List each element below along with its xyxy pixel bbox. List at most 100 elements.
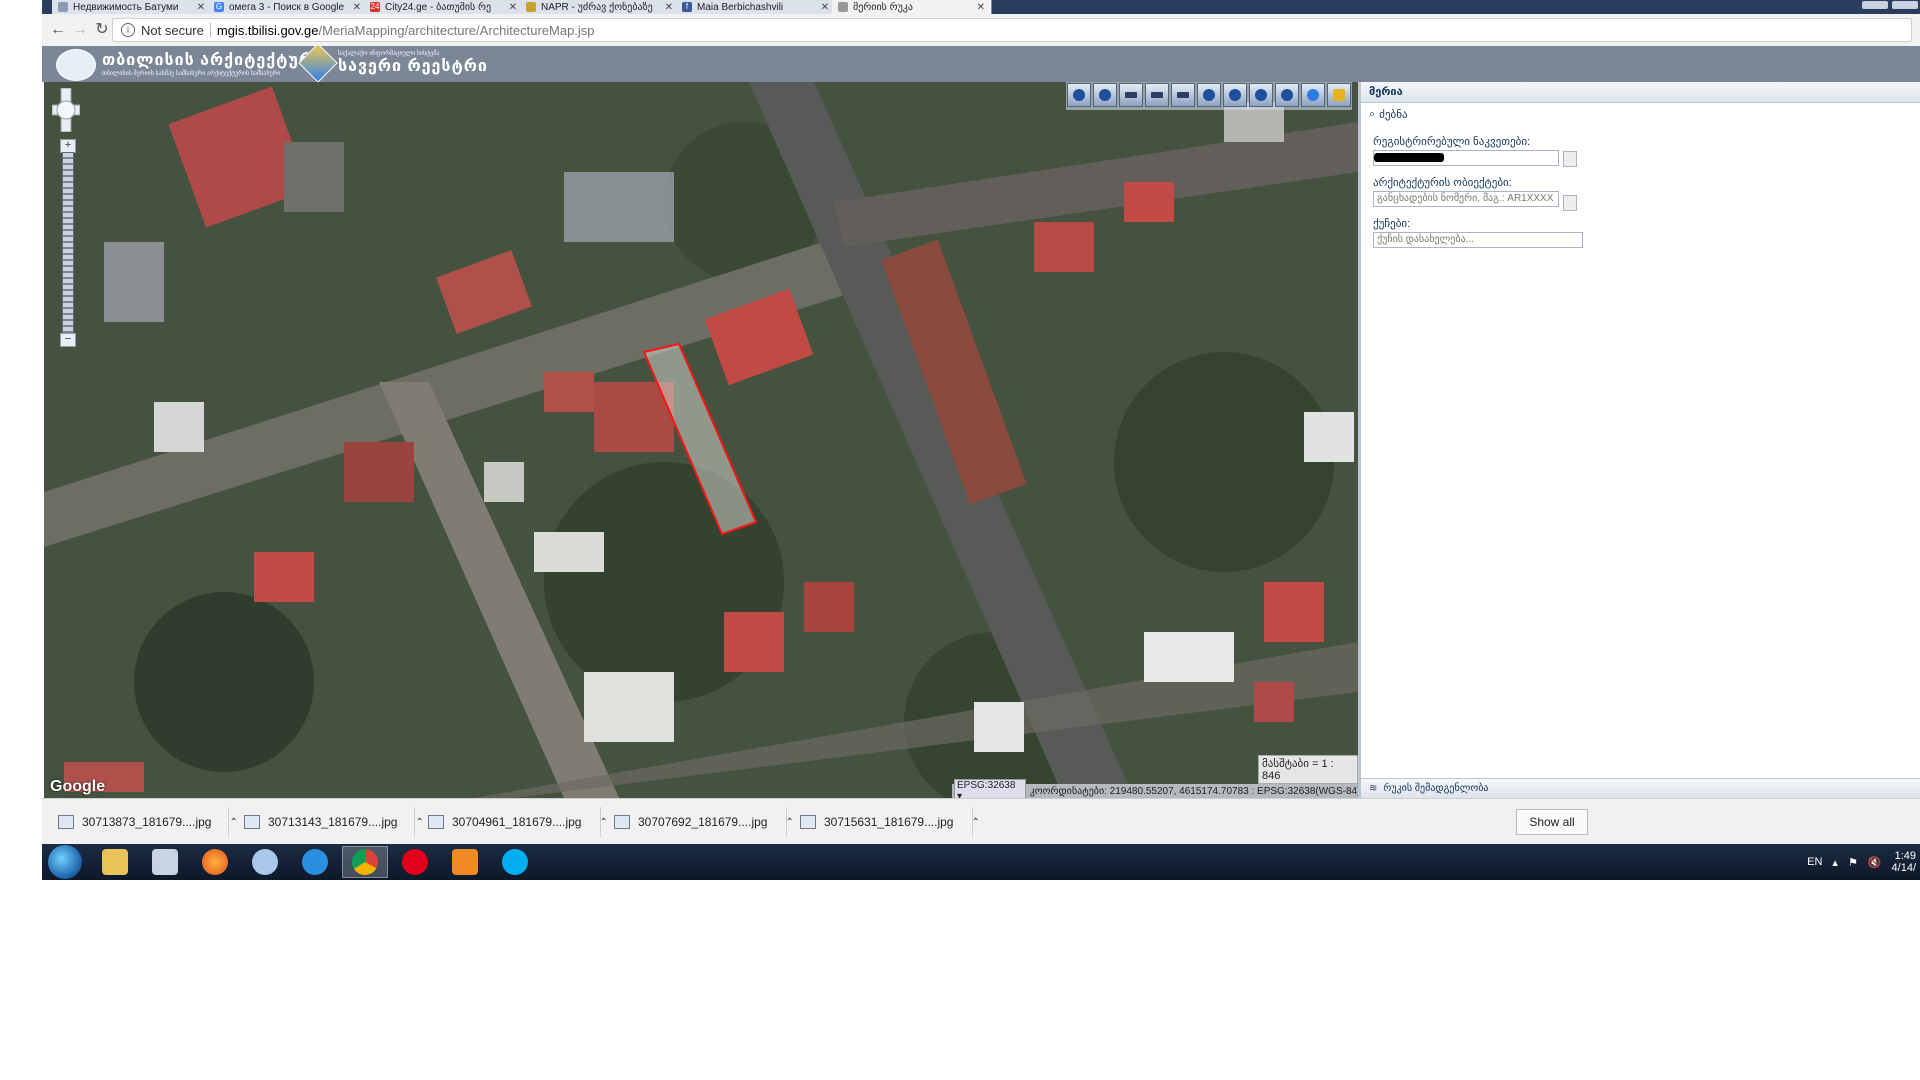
tab-4[interactable]: f Maia Berbichashvili ✕: [676, 0, 836, 14]
epsg-select[interactable]: EPSG:32638 ▾: [954, 779, 1026, 798]
info-tool-icon[interactable]: [1067, 83, 1091, 107]
logo-subtitle: საქალაქო ინფორმაციული სისტემა: [338, 51, 440, 57]
tab-title: City24.ge - ბათუმის რე: [385, 1, 492, 13]
tbilisi-architecture-logo[interactable]: თბილისის არქიტექტურა თბილისის მერიის სას…: [56, 49, 323, 81]
city24-icon: 24: [370, 2, 380, 12]
url-path: /MeriaMapping/architecture/ArchitectureM…: [318, 22, 595, 38]
download-item[interactable]: 30713873_181679....jpg ⌃: [58, 809, 238, 835]
url-input[interactable]: i Not secure mgis.tbilisi.gov.ge /MeriaM…: [112, 18, 1912, 42]
registry-logo[interactable]: საქალაქო ინფორმაციული სისტემა სავერი რეე…: [298, 43, 488, 83]
epsg-value: EPSG:32638: [957, 780, 1016, 791]
action-center-flag-icon[interactable]: ⚑: [1848, 856, 1858, 869]
clock-time: 1:49: [1894, 850, 1916, 862]
download-item[interactable]: 30704961_181679....jpg ⌃: [428, 809, 608, 835]
zoom-next-icon[interactable]: [1275, 83, 1299, 107]
logo-subtitle: თბილისის მერიის სასმპე სამსახური არქიტექ…: [102, 71, 281, 77]
coordinates-readout: კოორდინატები: 219480.55207, 4615174.7078…: [1029, 785, 1358, 797]
taskbar-skype[interactable]: [492, 846, 538, 878]
identify-tool-icon[interactable]: [1093, 83, 1117, 107]
pan-control-icon[interactable]: [52, 88, 80, 132]
taskbar-firefox[interactable]: [192, 846, 238, 878]
taskbar-media-player[interactable]: [442, 846, 488, 878]
object-search-button[interactable]: [1563, 195, 1577, 211]
chevron-up-icon[interactable]: ⌃: [229, 817, 237, 828]
show-all-downloads-button[interactable]: Show all: [1516, 809, 1588, 835]
search-icon: ⌕: [1369, 107, 1376, 120]
forward-arrow-icon[interactable]: →: [70, 20, 90, 40]
url-host: mgis.tbilisi.gov.ge: [216, 22, 319, 38]
tab-5-active[interactable]: მერიის რუკა ✕: [832, 0, 992, 14]
image-file-icon: [244, 815, 260, 829]
internet-explorer-icon: [302, 849, 328, 875]
tab-1[interactable]: G омега 3 - Поиск в Google ✕: [208, 0, 368, 14]
zoom-slider[interactable]: [62, 152, 74, 334]
taskbar-opera[interactable]: [392, 846, 438, 878]
taskbar-paint[interactable]: [242, 846, 288, 878]
zoom-in-tool-icon[interactable]: [1197, 83, 1221, 107]
tab-close-icon[interactable]: ✕: [197, 2, 205, 13]
download-separator: [228, 807, 229, 837]
image-file-icon: [800, 815, 816, 829]
layers-icon: ≋: [1369, 783, 1378, 794]
minimize-button[interactable]: [1862, 1, 1888, 9]
paint-palette-icon: [252, 849, 278, 875]
tab-title: омега 3 - Поиск в Google: [229, 1, 345, 13]
maximize-button[interactable]: [1892, 1, 1918, 9]
taskbar-chrome[interactable]: [342, 846, 388, 878]
tab-favicon: [58, 2, 68, 12]
tab-title: NAPR - უძრავ ქონებაზე: [541, 1, 653, 13]
napr-icon: [526, 2, 536, 12]
opera-icon: [402, 849, 428, 875]
tab-0[interactable]: Недвижимость Батуми ✕: [52, 0, 212, 14]
download-separator: [972, 807, 973, 837]
back-arrow-icon[interactable]: ←: [48, 20, 68, 40]
architecture-objects-input[interactable]: განცხადების ნომერი, მაგ.: AR1XXXX: [1373, 191, 1559, 207]
tab-close-icon[interactable]: ✕: [509, 2, 517, 13]
zoom-in-button[interactable]: +: [60, 139, 76, 153]
tab-3[interactable]: NAPR - უძრავ ქონებაზე ✕: [520, 0, 680, 14]
taskbar-explorer[interactable]: [92, 846, 138, 878]
zoom-out-tool-icon[interactable]: [1223, 83, 1247, 107]
chevron-up-icon[interactable]: ⌃: [415, 817, 423, 828]
firefox-icon: [202, 849, 228, 875]
windows-taskbar: EN ▴ ⚑ 🔇 1:49 4/14/: [42, 844, 1920, 880]
download-item[interactable]: 30713143_181679....jpg ⌃: [244, 809, 424, 835]
windows-start-icon[interactable]: [48, 845, 82, 879]
tab-close-icon[interactable]: ✕: [665, 2, 673, 13]
full-extent-globe-icon[interactable]: [1301, 83, 1325, 107]
chrome-icon: [352, 849, 378, 875]
map-layers-toggle[interactable]: ≋ რუკის შემადგენლობა: [1361, 778, 1920, 798]
clock[interactable]: 1:49 4/14/: [1892, 850, 1916, 874]
map-viewport[interactable]: + − Google მასშტაბი = 1 : 846 EPSG:32638…: [44, 82, 1358, 798]
tab-close-icon[interactable]: ✕: [821, 2, 829, 13]
download-item[interactable]: 30707692_181679....jpg ⌃: [614, 809, 794, 835]
tray-expand-icon[interactable]: ▴: [1832, 856, 1838, 869]
measure-distance-icon[interactable]: [1145, 83, 1169, 107]
image-file-icon: [428, 815, 444, 829]
info-icon[interactable]: i: [121, 23, 135, 37]
registered-parcels-input[interactable]: [1373, 150, 1559, 166]
zoom-out-button[interactable]: −: [60, 333, 76, 347]
edit-pen-icon[interactable]: [1327, 83, 1351, 107]
image-file-icon: [614, 815, 630, 829]
zoom-previous-icon[interactable]: [1249, 83, 1273, 107]
search-tab[interactable]: ⌕ ძებნა: [1361, 103, 1920, 125]
taskbar-ie[interactable]: [292, 846, 338, 878]
tab-close-icon[interactable]: ✕: [353, 2, 361, 13]
download-item[interactable]: 30715631_181679....jpg ⌃: [800, 809, 980, 835]
download-filename: 30707692_181679....jpg: [638, 815, 768, 829]
tab-close-icon[interactable]: ✕: [977, 2, 985, 13]
reload-icon[interactable]: ↻: [92, 20, 112, 40]
map-layers-label: რუკის შემადგენლობა: [1383, 783, 1489, 794]
registered-search-button[interactable]: [1563, 151, 1577, 167]
clock-date: 4/14/: [1891, 862, 1916, 874]
streets-input[interactable]: ქუჩის დასახელება...: [1373, 232, 1583, 248]
language-indicator[interactable]: EN: [1807, 856, 1822, 868]
search-panel: მერია ⌕ ძებნა რეგისტრირებული ნაკვეთები: …: [1358, 82, 1920, 798]
measure-area-icon[interactable]: [1119, 83, 1143, 107]
logo-title: თბილისის არქიტექტურა: [102, 52, 323, 69]
volume-muted-icon[interactable]: 🔇: [1868, 856, 1882, 869]
pan-tool-icon[interactable]: [1171, 83, 1195, 107]
taskbar-calculator[interactable]: [142, 846, 188, 878]
tab-2[interactable]: 24 City24.ge - ბათუმის რე ✕: [364, 0, 524, 14]
